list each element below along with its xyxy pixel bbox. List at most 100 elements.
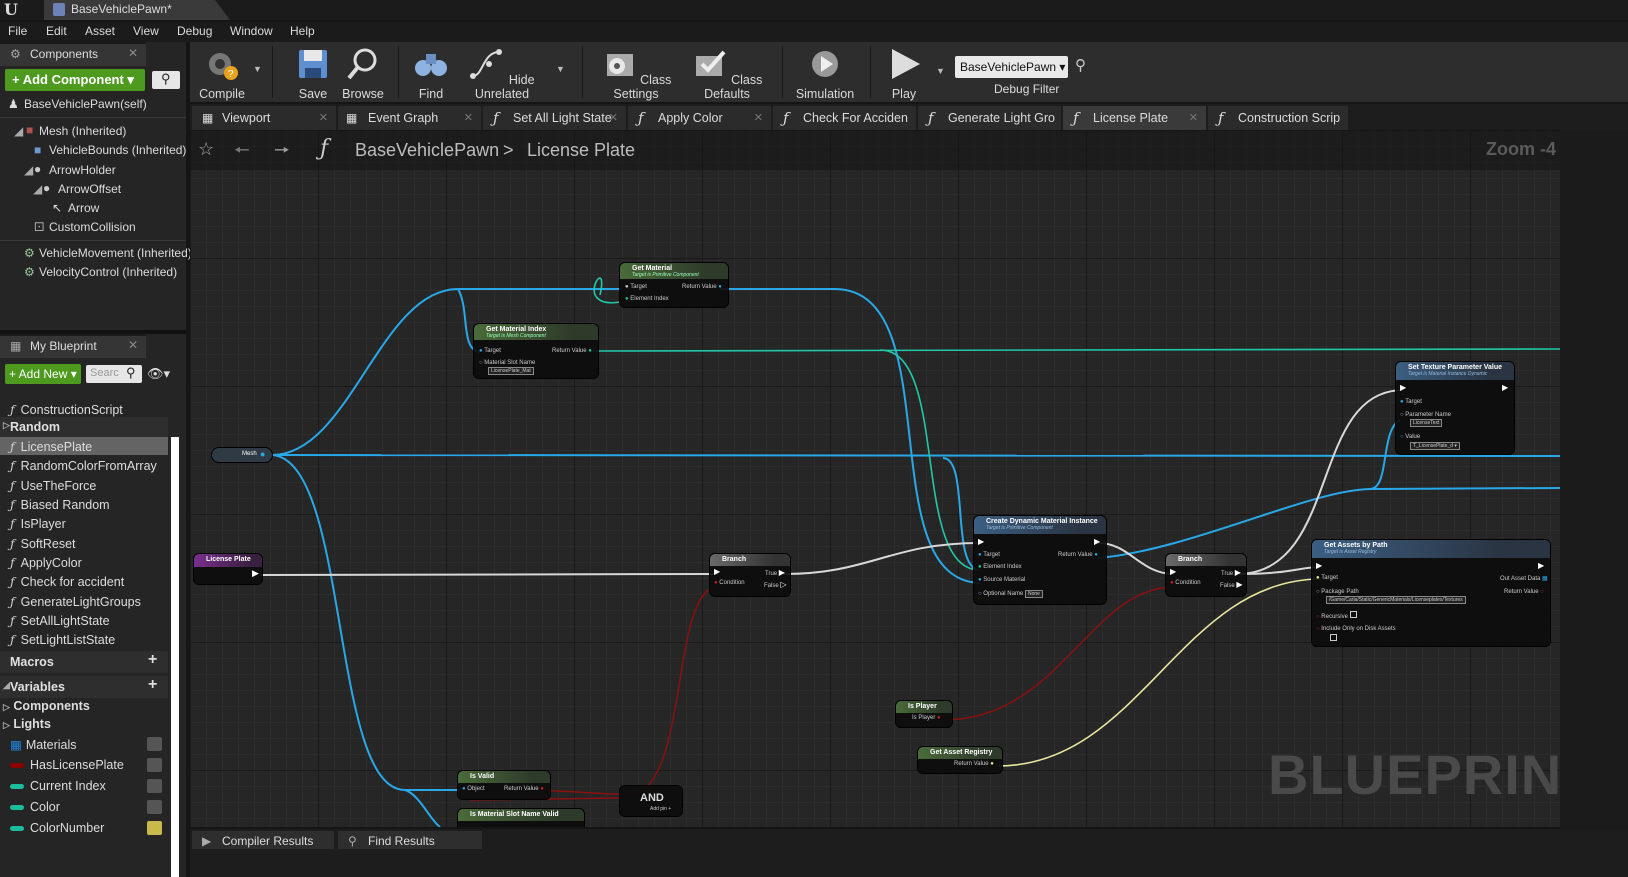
add-new-button[interactable]: + Add New ▾ [5, 364, 81, 384]
node-is-player[interactable]: Is Player Is Player ● [896, 701, 952, 727]
variable-item-colornumber[interactable]: ColorNumber [10, 821, 104, 835]
visibility-icon[interactable] [147, 821, 162, 835]
pin-texture-asset[interactable]: T_LicensePlate_d ▾ [1410, 442, 1460, 450]
exec-out-pin[interactable]: ▶ [1538, 561, 1544, 570]
search-icon[interactable]: ⚲ [1075, 56, 1086, 74]
node-get-assets-by-path[interactable]: Get Assets by Path Target is Asset Regist… [1312, 540, 1550, 646]
variables-header[interactable]: ◢ Variables + [0, 676, 168, 698]
visibility-icon[interactable] [147, 800, 162, 814]
visibility-icon[interactable] [147, 737, 162, 751]
close-icon[interactable]: ✕ [464, 111, 473, 124]
favorite-star-icon[interactable]: ☆ [198, 139, 214, 160]
node-set-texture-parameter-value[interactable]: Set Texture Parameter Value Target is Mat… [1396, 362, 1514, 454]
compile-options-icon[interactable]: ▼ [253, 64, 262, 74]
pin-return-value[interactable]: Return Value ● [1058, 552, 1098, 558]
pin-package-path-value[interactable]: /Game/Carla/Static/GenericMaterials/Lice… [1326, 596, 1466, 604]
menu-window[interactable]: Window [230, 24, 273, 38]
pin-return-value[interactable]: Return Value ○ [1504, 589, 1544, 595]
pin-package-path[interactable]: ○ Package Path [1316, 589, 1359, 595]
tab-compiler-results[interactable]: ▶ Compiler Results [192, 831, 334, 849]
pin-output[interactable]: ● [260, 449, 265, 459]
class-defaults-button[interactable]: Class Defaults [684, 46, 770, 101]
exec-in-pin[interactable]: ▶ [1316, 561, 1322, 570]
component-root[interactable]: BaseVehiclePawn(self) [24, 97, 147, 111]
node-is-valid[interactable]: Is Valid ● Object Return Value ● [458, 771, 550, 799]
node-is-material-slot-name-valid[interactable]: Is Material Slot Name Valid [458, 809, 584, 827]
node-and[interactable]: AND Add pin + [620, 786, 682, 816]
tab-construction-script[interactable]: ƒ Construction Scrip [1208, 106, 1348, 130]
pin-out-asset-data[interactable]: Out Asset Data ▦ [1500, 575, 1548, 582]
menu-view[interactable]: View [133, 24, 159, 38]
component-item-mesh[interactable]: Mesh (Inherited) [39, 124, 126, 138]
node-mesh-getter[interactable]: Mesh ● [212, 448, 272, 462]
variable-item-haslicenseplate[interactable]: HasLicensePlate [10, 758, 124, 772]
component-search-button[interactable]: ⚲ [152, 71, 180, 89]
pin-parameter-value[interactable]: LicenseText [1410, 419, 1443, 427]
breadcrumb-parent[interactable]: BaseVehiclePawn [355, 140, 499, 161]
tab-event-graph[interactable]: ▦ Event Graph ✕ [338, 106, 481, 130]
node-create-dynamic-material-instance[interactable]: Create Dynamic Material Instance Target i… [974, 516, 1106, 604]
pin-recursive[interactable]: ○ Recursive [1316, 611, 1357, 620]
function-item-randomcolor[interactable]: ƒ RandomColorFromArray [10, 458, 157, 473]
construction-script-item[interactable]: ƒ ConstructionScript [10, 402, 123, 417]
node-function-entry[interactable]: License Plate ▶ [194, 554, 262, 584]
pin-true[interactable]: True ▶ [765, 568, 785, 577]
exec-in-pin[interactable]: ▶ [1170, 567, 1176, 576]
function-item-generatelightgroups[interactable]: ƒ GenerateLightGroups [10, 594, 141, 609]
menu-help[interactable]: Help [290, 24, 315, 38]
function-item-usetheforce[interactable]: ƒ UseTheForce [10, 478, 96, 493]
pin-source-material[interactable]: ● Source Material [978, 577, 1025, 583]
pin-optional-name[interactable]: ○ Optional Name None [978, 590, 1043, 598]
back-arrow-icon[interactable]: 🠔 [234, 138, 250, 168]
pin-false[interactable]: False ▷ [764, 580, 787, 589]
pin-return-value[interactable]: Return Value ● [552, 348, 592, 354]
graph-canvas[interactable]: Get Material Target is Primitive Componen… [190, 130, 1560, 827]
var-category-components[interactable]: ▷ Components [3, 699, 90, 713]
pin-true[interactable]: True ▶ [1221, 568, 1241, 577]
function-item-setlightliststate[interactable]: ƒ SetLightListState [10, 632, 115, 647]
pin-target[interactable]: ● Target [978, 552, 1000, 558]
play-options-icon[interactable]: ▼ [936, 66, 945, 76]
document-tab[interactable]: BaseVehiclePawn* [44, 0, 230, 20]
add-component-button[interactable]: + Add Component ▾ [5, 69, 145, 91]
exec-in-pin[interactable]: ▶ [1400, 383, 1406, 392]
find-button[interactable]: Find [404, 46, 458, 101]
function-item-applycolor[interactable]: ƒ ApplyColor [10, 555, 82, 570]
tab-set-all-light-state[interactable]: ƒ Set All Light State ✕ [483, 106, 626, 130]
node-branch-2[interactable]: Branch ▶ ● Condition True ▶ False ▶ [1166, 554, 1246, 596]
visibility-icon[interactable] [147, 758, 162, 772]
class-settings-button[interactable]: Class Settings [592, 46, 680, 101]
component-item-customcollision[interactable]: CustomCollision [49, 220, 136, 234]
pin-material-slot-name[interactable]: ○ Material Slot Name [479, 360, 535, 366]
close-icon[interactable]: ✕ [128, 46, 138, 60]
exec-in-pin[interactable]: ▶ [714, 567, 720, 576]
expand-arrow-icon[interactable]: ◢ [14, 124, 23, 138]
function-item-softreset[interactable]: ƒ SoftReset [10, 536, 76, 551]
checkbox[interactable] [1330, 634, 1337, 643]
pin-element-index[interactable]: ● Element Index [625, 296, 669, 302]
visibility-icon[interactable] [147, 779, 162, 793]
node-get-material-index[interactable]: Get Material Index Target is Mesh Compone… [474, 324, 598, 378]
hide-unrelated-options-icon[interactable]: ▼ [556, 64, 565, 74]
macros-header[interactable]: Macros + [0, 651, 168, 673]
pin-object[interactable]: ● Object [462, 786, 485, 792]
hide-unrelated-button[interactable]: Hide Unrelated [458, 46, 546, 101]
function-item-licenseplate[interactable]: ƒ LicensePlate [10, 439, 92, 454]
component-item-velocitycontrol[interactable]: VelocityControl (Inherited) [39, 265, 177, 279]
variable-item-color[interactable]: Color [10, 800, 60, 814]
forward-arrow-icon[interactable]: 🠖 [274, 138, 290, 168]
my-blueprint-tab[interactable]: ▦ My Blueprint ✕ [0, 334, 146, 358]
pin-condition[interactable]: ● Condition [1170, 580, 1201, 586]
variable-item-currentindex[interactable]: Current Index [10, 779, 106, 793]
tab-license-plate[interactable]: ƒ License Plate ✕ [1063, 106, 1206, 130]
pin-target[interactable]: ● Target [1400, 399, 1422, 405]
expand-arrow-icon[interactable]: ◢ [24, 163, 33, 177]
add-variable-icon[interactable]: + [148, 676, 157, 694]
exec-out-pin[interactable]: ▶ [252, 568, 259, 579]
close-icon[interactable]: ✕ [754, 111, 763, 124]
pin-target[interactable]: ● Target [1316, 575, 1338, 581]
close-icon[interactable]: ✕ [609, 111, 618, 124]
node-get-asset-registry[interactable]: Get Asset Registry Return Value ● [918, 747, 1002, 773]
pin-include-only-on-disk[interactable]: ○ Include Only on Disk Assets [1316, 626, 1396, 632]
node-branch-1[interactable]: Branch ▶ ● Condition True ▶ False ▷ [710, 554, 790, 596]
